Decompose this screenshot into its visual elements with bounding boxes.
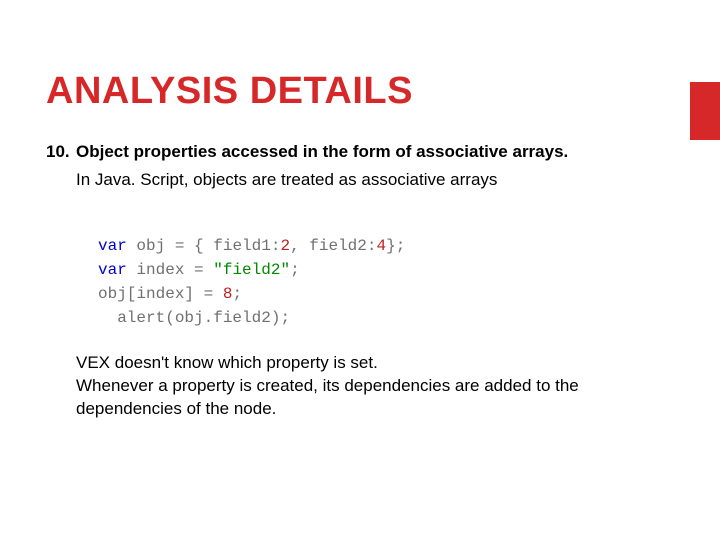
- code-line-3: obj[index] = 8;: [98, 285, 242, 303]
- keyword-var: var: [98, 261, 127, 279]
- item-number: 10.: [46, 141, 76, 163]
- string-literal: "field2": [213, 261, 290, 279]
- number-literal: 2: [280, 237, 290, 255]
- code-text: [204, 261, 214, 279]
- keyword-var: var: [98, 237, 127, 255]
- code-text: { field1:: [184, 237, 280, 255]
- code-text: obj: [127, 237, 175, 255]
- number-literal: 4: [376, 237, 386, 255]
- code-text: [213, 285, 223, 303]
- code-text: ;: [290, 261, 300, 279]
- code-text: [98, 309, 117, 327]
- number-literal: 8: [223, 285, 233, 303]
- code-line-2: var index = "field2";: [98, 261, 300, 279]
- code-line-4: alert(obj.field2);: [98, 309, 290, 327]
- code-text: };: [386, 237, 405, 255]
- slide-title: ANALYSIS DETAILS: [46, 70, 674, 113]
- code-text: obj[index]: [98, 285, 204, 303]
- slide: ANALYSIS DETAILS 10. Object properties a…: [0, 0, 720, 421]
- code-block: var obj = { field1:2, field2:4}; var ind…: [98, 210, 674, 330]
- accent-bar: [690, 82, 720, 140]
- item-headline: Object properties accessed in the form o…: [76, 141, 674, 163]
- item-explanation: In Java. Script, objects are treated as …: [76, 169, 674, 192]
- code-text: , field2:: [290, 237, 376, 255]
- code-text: =: [204, 285, 214, 303]
- code-text: ;: [232, 285, 242, 303]
- code-text: =: [175, 237, 185, 255]
- body-paragraph-1: VEX doesn't know which property is set.: [76, 352, 674, 375]
- body-paragraph-2: Whenever a property is created, its depe…: [76, 375, 674, 421]
- list-item: 10. Object properties accessed in the fo…: [46, 141, 674, 163]
- code-line-1: var obj = { field1:2, field2:4};: [98, 237, 405, 255]
- code-text: index: [127, 261, 194, 279]
- code-text: =: [194, 261, 204, 279]
- function-call: alert: [117, 309, 165, 327]
- code-text: (obj.field2);: [165, 309, 290, 327]
